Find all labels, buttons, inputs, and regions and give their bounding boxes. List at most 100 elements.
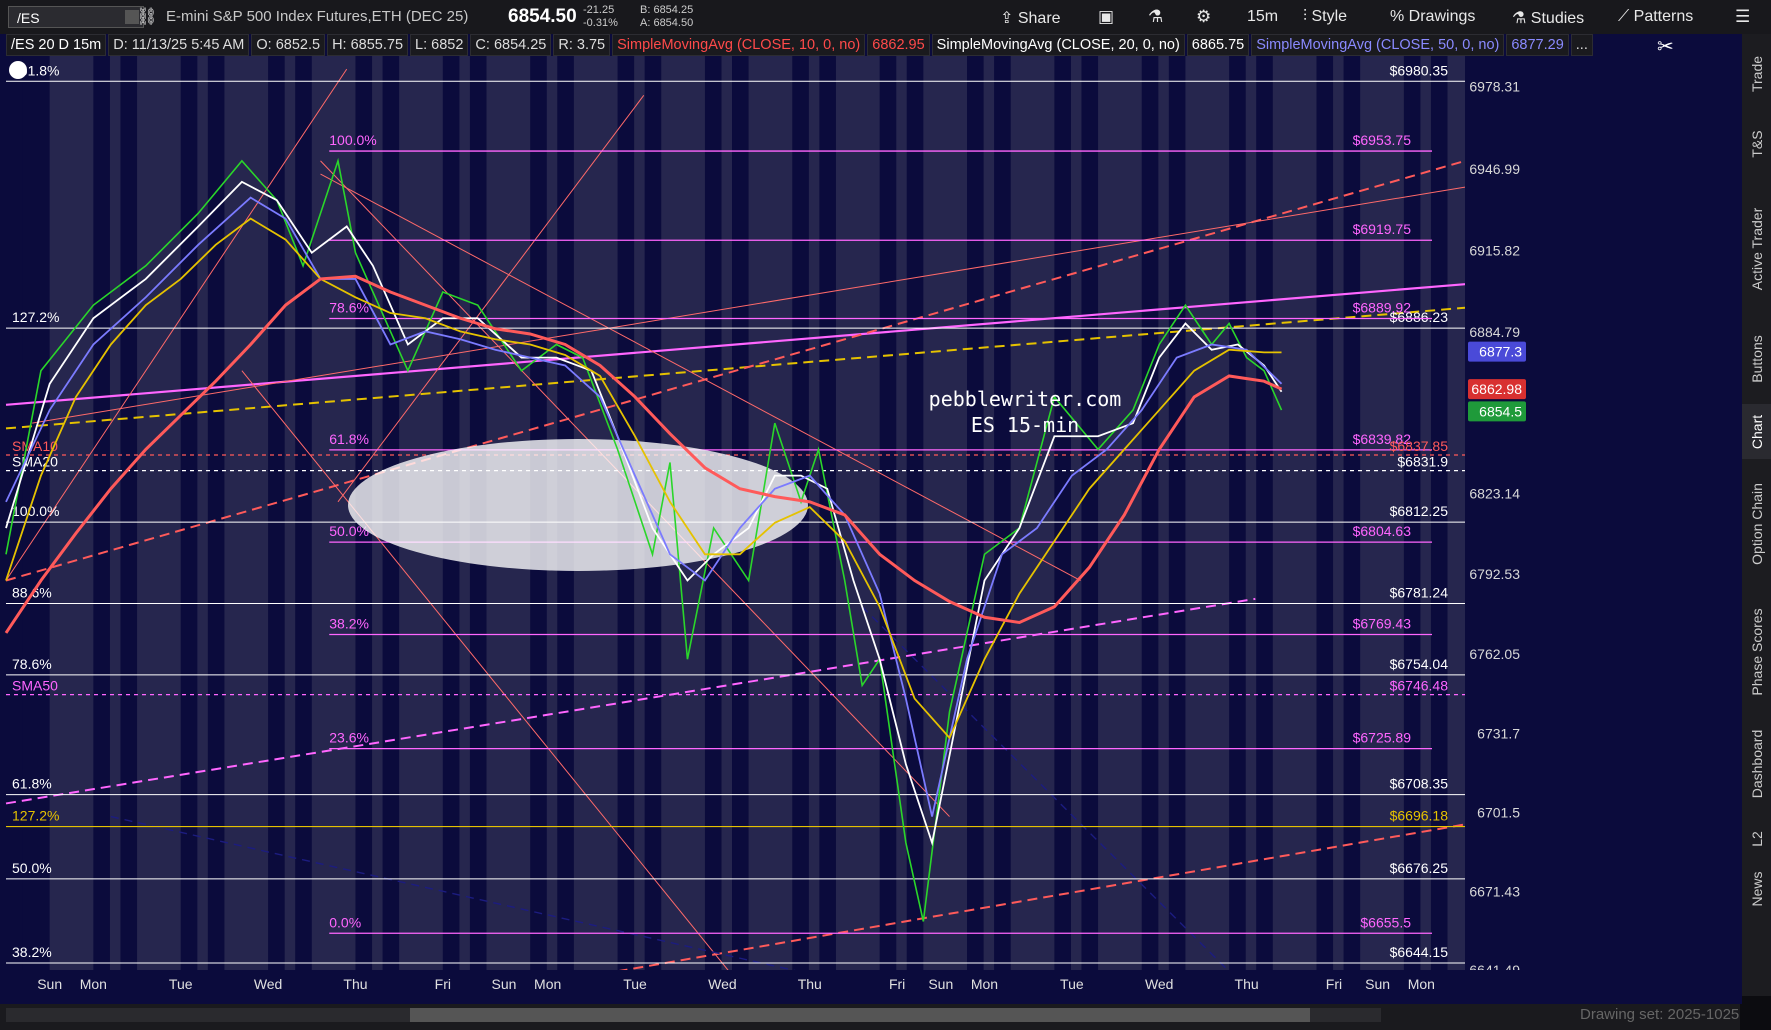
session-band: [1141, 56, 1159, 970]
tab-option-chain[interactable]: Option Chain: [1742, 464, 1771, 584]
bar-open: O: 6852.5: [251, 34, 326, 56]
drawings-button[interactable]: % Drawings: [1390, 8, 1475, 26]
drawing-set-label: Drawing set: 2025-1025: [1580, 1006, 1740, 1023]
crosshair-icon[interactable]: ✂: [1657, 36, 1674, 58]
sma-level-name: SMA50: [12, 678, 58, 694]
gear-icon[interactable]: ⚙: [1196, 7, 1211, 27]
x-tick-label: Tue: [1060, 976, 1084, 992]
fib-white-price: $6676.25: [1390, 860, 1449, 876]
fib-pink-price: $6804.63: [1353, 523, 1412, 539]
sma20-label[interactable]: SimpleMovingAvg (CLOSE, 20, 0, no): [931, 34, 1185, 56]
layout-icon[interactable]: ▣: [1098, 7, 1114, 27]
tab-active-trader[interactable]: Active Trader: [1742, 184, 1771, 314]
y-tick-label: 6731.7: [1477, 725, 1520, 741]
x-tick-label: Sun: [928, 976, 953, 992]
flask-icon[interactable]: ⚗: [1148, 7, 1163, 27]
session-band: [1316, 56, 1334, 970]
more-studies[interactable]: ...: [1570, 34, 1593, 56]
y-tick-label: 6701.5: [1477, 805, 1520, 821]
patterns-button[interactable]: ⟋ Patterns: [1618, 8, 1693, 26]
x-axis: Sun Mon Tue Wed Thu Fri Sun Mon Tue Wed Thu Fri Sun M…: [0, 970, 1742, 1004]
x-tick-label: Sun: [492, 976, 517, 992]
tab-time-sales[interactable]: T&S: [1742, 114, 1771, 174]
session-band: [967, 56, 984, 970]
fib-white-price: $6980.35: [1390, 62, 1449, 78]
bar-range: R: 3.75: [553, 34, 611, 56]
flask-small-icon: ⚗: [1512, 10, 1531, 27]
symbol-selector[interactable]: /ES: [8, 6, 144, 28]
y-tick-label: 6792.53: [1469, 566, 1520, 582]
x-tick-label: Tue: [623, 976, 647, 992]
watermark-line1: pebblewriter.com: [929, 387, 1122, 411]
chart-label: /ES 20 D 15m: [6, 34, 107, 56]
symbol-text: /ES: [17, 10, 40, 26]
y-tick-label: 6762.05: [1469, 646, 1520, 662]
y-tick-label: 6671.43: [1469, 883, 1520, 899]
right-sidebar: Trade T&S Active Trader Buttons Chart Op…: [1742, 34, 1771, 996]
fib-white-price: $6781.24: [1390, 584, 1449, 600]
tab-l2[interactable]: L2: [1742, 814, 1771, 864]
watermark-line2: ES 15-min: [971, 413, 1079, 437]
sma50-label[interactable]: SimpleMovingAvg (CLOSE, 50, 0, no): [1251, 34, 1505, 56]
y-tick-label: 6978.31: [1469, 79, 1520, 95]
price-badge-label: 6862.98: [1471, 381, 1522, 397]
price-badge-label: 6854.5: [1479, 403, 1522, 419]
fib-white-label: 100.0%: [12, 503, 59, 519]
sma-level-price: $6746.48: [1390, 678, 1449, 694]
fib-pink-label: 38.2%: [329, 615, 369, 631]
x-tick-label: Fri: [1326, 976, 1342, 992]
price-badge-label: 6877.3: [1479, 344, 1522, 360]
price-chart[interactable]: 161.8% $6980.35127.2% $6886.23100.0% $6812.…: [0, 34, 1742, 1004]
y-tick-label: 6946.99: [1469, 161, 1520, 177]
fib-white-label: 61.8%: [12, 776, 52, 792]
fib-white-price: $6708.35: [1390, 776, 1449, 792]
alert-icon[interactable]: [9, 61, 27, 79]
fib-pink-price: $6655.5: [1360, 914, 1411, 930]
y-axis: 6978.31 6946.99 6915.82 6884.79 6854.5 6823.1…: [1465, 56, 1742, 978]
tab-trade[interactable]: Trade: [1742, 44, 1771, 104]
tab-chart[interactable]: Chart: [1742, 404, 1771, 459]
sma-level-price: $6837.85: [1390, 438, 1449, 454]
session-band: [1447, 56, 1465, 970]
percent-icon: %: [1390, 8, 1409, 25]
y-tick-label: 6823.14: [1469, 486, 1520, 502]
y-tick-label: 6884.79: [1469, 324, 1520, 340]
patterns-icon: ⟋: [1618, 8, 1634, 25]
fib-white-label: 38.2%: [12, 944, 52, 960]
x-tick-label: Wed: [1145, 976, 1174, 992]
tab-phase-scores[interactable]: Phase Scores: [1742, 589, 1771, 714]
studies-button[interactable]: ⚗ Studies: [1512, 8, 1584, 28]
sma10-value: 6862.95: [867, 34, 930, 56]
bar-date: D: 11/13/25 5:45 AM: [108, 34, 250, 56]
fib-pink-label: 0.0%: [329, 914, 361, 930]
fib-pink-label: 61.8%: [329, 431, 369, 447]
tab-dashboard[interactable]: Dashboard: [1742, 714, 1771, 814]
menu-icon[interactable]: ☰: [1735, 7, 1750, 27]
bar-close: C: 6854.25: [470, 34, 552, 56]
highlight-ellipse: [348, 439, 808, 571]
x-tick-label: Mon: [971, 976, 998, 992]
price-change: -21.25: [583, 4, 615, 16]
x-tick-label: Thu: [798, 976, 822, 992]
tab-news[interactable]: News: [1742, 859, 1771, 919]
share-button[interactable]: ⇪ Share: [1000, 8, 1061, 28]
fib-gold-price: $6696.18: [1390, 808, 1449, 824]
fib-pink-label: 100.0%: [329, 132, 376, 148]
fib-pink-price: $6953.75: [1353, 132, 1412, 148]
tab-buttons[interactable]: Buttons: [1742, 319, 1771, 399]
fib-pink-label: 78.6%: [329, 299, 369, 315]
sma10-label[interactable]: SimpleMovingAvg (CLOSE, 10, 0, no): [612, 34, 866, 56]
y-axis-background: [1465, 56, 1742, 970]
link-icon[interactable]: ⛓: [136, 7, 158, 27]
session-band: [1229, 56, 1246, 970]
x-tick-label: Tue: [169, 976, 193, 992]
scrollbar-thumb[interactable]: [410, 1008, 1310, 1022]
x-tick-label: Wed: [708, 976, 737, 992]
session-band: [879, 56, 897, 970]
sma-level-name: SMA20: [12, 454, 58, 470]
fib-white-price: $6754.04: [1390, 656, 1449, 672]
style-button[interactable]: ⫶ Style: [1303, 8, 1347, 26]
x-tick-label: Mon: [534, 976, 561, 992]
timeframe-button[interactable]: 15m: [1247, 8, 1278, 26]
share-icon: ⇪: [1000, 10, 1018, 27]
